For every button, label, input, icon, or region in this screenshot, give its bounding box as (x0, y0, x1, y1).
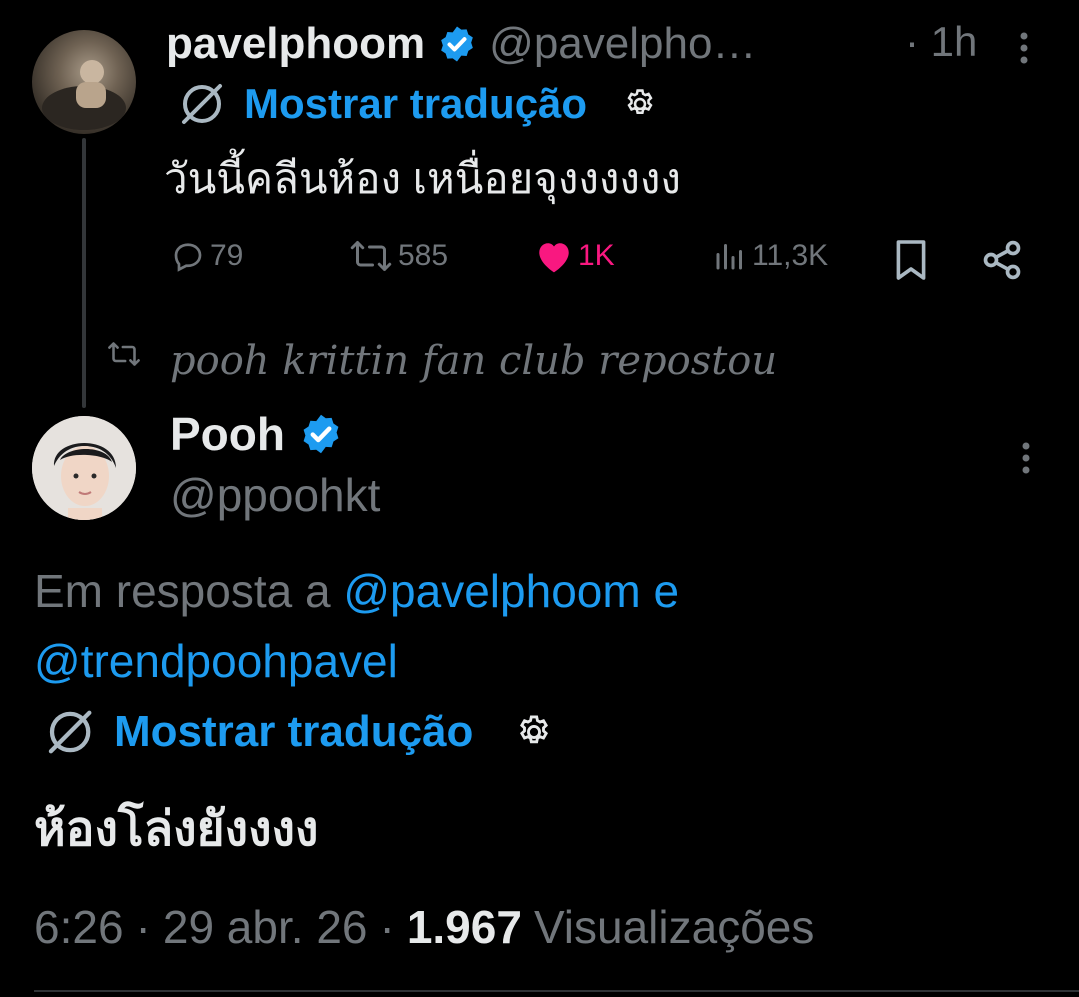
more-options-icon[interactable] (1010, 28, 1038, 68)
more-options-icon[interactable] (1012, 438, 1040, 478)
tweet-text: ห้องโล่งยังงงง (34, 803, 319, 856)
bookmark-icon[interactable] (893, 238, 929, 282)
reply-button[interactable]: 79 (170, 238, 243, 274)
tweet-text: วันนี้คลีนห้อง เหนื่อยจุงงงงงง (164, 155, 681, 202)
display-name[interactable]: Pooh (170, 407, 285, 461)
reply-mention-trendpoohpavel[interactable]: @trendpoohpavel (34, 635, 398, 687)
retweet-button[interactable]: 585 (348, 238, 448, 274)
translate-slash-icon (36, 704, 100, 760)
tweet-header: pavelphoom @pavelpho… (166, 18, 756, 70)
tweet-date[interactable]: 29 abr. 26 (163, 900, 368, 954)
translate-settings-gear-icon[interactable] (515, 713, 553, 751)
like-count: 1K (578, 239, 615, 272)
heart-icon (534, 238, 574, 274)
retweet-count: 585 (398, 239, 449, 272)
repost-text[interactable]: pooh krittin fan club repostou (170, 338, 777, 384)
tweet-time[interactable]: 6:26 (34, 900, 124, 954)
tweet-time[interactable]: · 1h (905, 18, 977, 66)
avatar-pavelphoom[interactable] (32, 30, 136, 134)
retweet-icon (348, 238, 394, 274)
share-icon[interactable] (980, 238, 1024, 282)
reply-icon (170, 238, 206, 274)
divider (34, 990, 1079, 992)
views-count: 11,3K (752, 239, 829, 272)
avatar-pooh[interactable] (32, 416, 136, 520)
views-label: Visualizações (533, 901, 815, 953)
reply-context: Em resposta a @pavelphoom e @trendpoohpa… (34, 556, 1034, 696)
reply-mention-pavelphoom[interactable]: @pavelphoom (343, 565, 640, 617)
translate-slash-icon (170, 78, 230, 130)
translate-settings-gear-icon[interactable] (623, 87, 657, 121)
reply-prefix: Em resposta a (34, 565, 331, 617)
separator: · (135, 901, 151, 953)
repost-icon (106, 340, 142, 368)
translate-row: Mostrar tradução (170, 78, 657, 130)
display-name[interactable]: pavelphoom (166, 19, 425, 69)
translate-link[interactable]: Mostrar tradução (114, 707, 473, 757)
tweet-metadata: 6:26 · 29 abr. 26 · 1.967 Visualizações (34, 900, 814, 954)
translate-link[interactable]: Mostrar tradução (244, 80, 587, 128)
handle[interactable]: @pavelpho… (489, 19, 756, 69)
views-bars-icon (712, 238, 748, 274)
thread-line (82, 138, 86, 408)
separator: · (379, 901, 395, 953)
translate-row: Mostrar tradução (36, 704, 553, 760)
avatar-photo-icon (32, 416, 136, 520)
views-count: 1.967 (406, 901, 522, 953)
main-tweet-header: Pooh (170, 406, 343, 462)
avatar-photo-icon (42, 60, 126, 130)
like-button[interactable]: 1K (534, 238, 615, 274)
views-button[interactable]: 11,3K (712, 238, 828, 274)
verified-badge-icon (299, 412, 343, 456)
reply-and: e (653, 565, 680, 617)
reply-count: 79 (210, 239, 244, 272)
handle[interactable]: @ppoohkt (170, 468, 380, 522)
verified-badge-icon (437, 24, 477, 64)
